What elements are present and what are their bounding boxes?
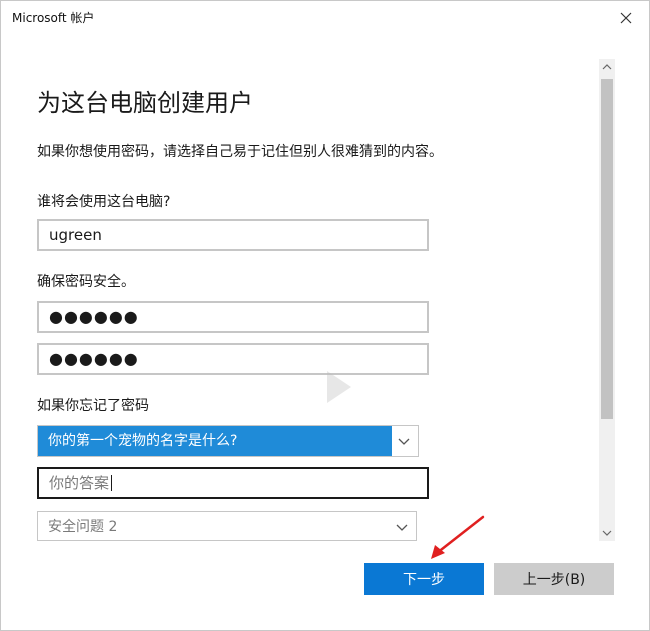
scroll-thumb[interactable]: [601, 79, 613, 419]
scroll-up-button[interactable]: [599, 59, 615, 75]
answer-placeholder: 你的答案: [49, 474, 110, 492]
next-button[interactable]: 下一步: [364, 563, 484, 595]
password-label: 确保密码安全。: [37, 274, 135, 290]
security-question-2-placeholder: 安全问题 2: [48, 519, 118, 535]
security-answer-field[interactable]: 你的答案: [37, 467, 429, 499]
scroll-down-button[interactable]: [599, 525, 615, 541]
chevron-down-icon: [398, 438, 410, 445]
account-dialog: Microsoft 帐户 为这台电脑创建用户 如果你想使用密码，请选择自己易于记…: [0, 0, 650, 631]
form-content: 为这台电脑创建用户 如果你想使用密码，请选择自己易于记住但别人很难猜到的内容。 …: [1, 35, 599, 541]
scroll-up-icon: [602, 64, 612, 70]
form-description: 如果你想使用密码，请选择自己易于记住但别人很难猜到的内容。: [37, 144, 443, 160]
page-title: 为这台电脑创建用户: [37, 89, 253, 117]
security-question-1-select[interactable]: 你的第一个宠物的名字是什么?: [37, 425, 419, 457]
chevron-down-icon: [396, 524, 408, 531]
back-button[interactable]: 上一步(B): [494, 563, 614, 595]
vertical-scrollbar[interactable]: [599, 59, 615, 541]
close-button[interactable]: [611, 5, 641, 31]
window-title: Microsoft 帐户: [12, 11, 95, 25]
forgot-password-label: 如果你忘记了密码: [37, 398, 149, 414]
play-icon: [327, 371, 351, 403]
close-icon: [620, 12, 632, 24]
password-field[interactable]: ●●●●●●: [37, 301, 429, 333]
title-bar: Microsoft 帐户: [1, 1, 649, 35]
username-label: 谁将会使用这台电脑?: [37, 194, 171, 210]
password-confirm-field[interactable]: ●●●●●●: [37, 343, 429, 375]
username-field[interactable]: ugreen: [37, 219, 429, 251]
scroll-down-icon: [602, 530, 612, 536]
text-cursor: [111, 475, 113, 491]
security-question-1-value: 你的第一个宠物的名字是什么?: [38, 426, 392, 456]
security-question-2-select[interactable]: 安全问题 2: [37, 511, 417, 541]
